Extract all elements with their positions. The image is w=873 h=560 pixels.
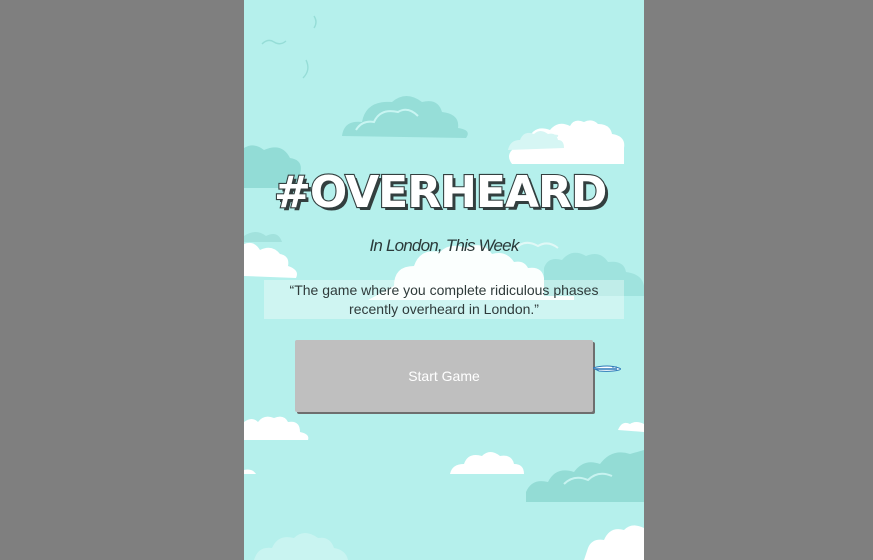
cloud-icon [342,96,468,138]
tagline-line: “The game where you complete ridiculous … [289,282,599,298]
cloud-icon [254,533,348,560]
page: #OVERHEARD #OVERHEARD In London, This We… [0,0,873,560]
cloud-icon [618,422,644,432]
airplane-icon [593,365,621,372]
cloud-icon [244,416,309,474]
tagline: “The game where you complete ridiculous … [274,281,614,319]
tagline-line: recently overheard in London.” [349,301,539,317]
game-panel: #OVERHEARD #OVERHEARD In London, This We… [244,0,644,560]
cloud-icon [584,525,644,560]
sky-doodle [261,15,317,79]
subtitle: In London, This Week [369,236,519,255]
overheard-logo: #OVERHEARD #OVERHEARD [273,166,611,221]
start-game-button[interactable]: Start Game [295,340,593,412]
cloud-icon [450,452,524,474]
svg-text:#OVERHEARD: #OVERHEARD [274,167,606,218]
cloud-icon [526,450,644,502]
